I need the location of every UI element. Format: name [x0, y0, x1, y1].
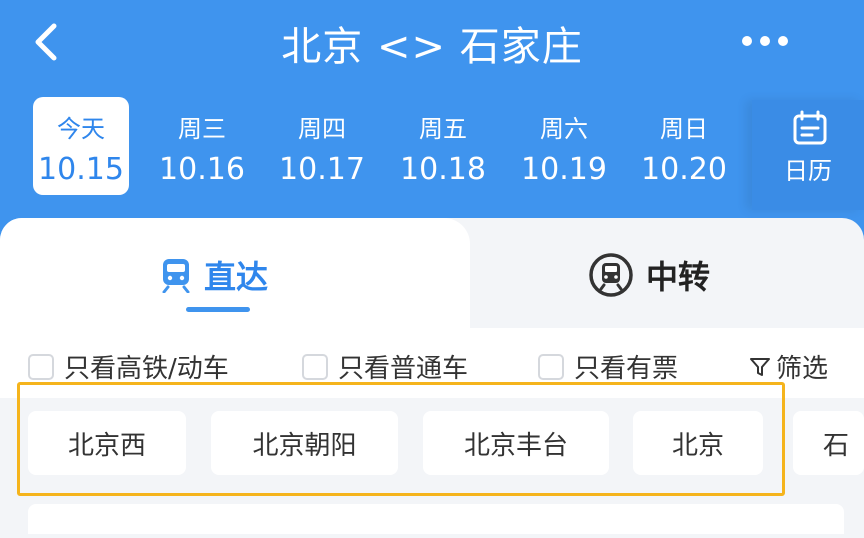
high-speed-checkbox[interactable] — [28, 353, 54, 380]
page-title: 北京 <> 石家庄 — [281, 24, 583, 70]
date-value: 10.18 — [400, 152, 486, 187]
date-weekday: 周四 — [298, 115, 346, 143]
highlight-box — [17, 382, 785, 496]
tab-direct-label: 直达 — [204, 258, 269, 296]
date-item-wed[interactable]: 周三 10.16 — [153, 97, 251, 195]
filter-button[interactable]: 筛选 — [748, 348, 828, 385]
header-bar: 北京 <> 石家庄 — [0, 0, 864, 88]
regular-checkbox[interactable] — [302, 353, 328, 380]
date-item-today[interactable]: 今天 10.15 — [33, 97, 129, 195]
filter-regular[interactable]: 只看普通车 — [302, 348, 468, 385]
active-tab-indicator — [186, 307, 250, 312]
date-item-sun[interactable]: 周日 10.20 — [635, 97, 733, 195]
date-weekday: 周六 — [540, 115, 588, 143]
calendar-label: 日历 — [784, 157, 832, 185]
tab-transfer-label: 中转 — [646, 258, 711, 296]
date-item-sat[interactable]: 周六 10.19 — [515, 97, 613, 195]
tab-direct-label-group[interactable]: 直达 — [160, 252, 268, 298]
date-selector: 今天 10.15 周三 10.16 周四 10.17 周五 10.18 周六 1… — [0, 97, 864, 197]
filter-regular-label: 只看普通车 — [338, 354, 469, 384]
date-item-thu[interactable]: 周四 10.17 — [273, 97, 371, 195]
transfer-train-icon — [589, 253, 633, 297]
available-checkbox[interactable] — [538, 353, 564, 380]
date-weekday: 周五 — [419, 115, 467, 143]
filter-available-label: 只看有票 — [574, 354, 679, 384]
train-result-card[interactable] — [28, 504, 844, 534]
filter-high-speed-label: 只看高铁/动车 — [64, 354, 229, 384]
date-item-fri[interactable]: 周五 10.18 — [394, 97, 492, 195]
calendar-button[interactable]: 日历 — [752, 100, 864, 210]
calendar-icon — [793, 110, 827, 145]
date-value: 10.20 — [641, 152, 727, 187]
more-icon[interactable] — [742, 36, 790, 48]
train-icon — [162, 259, 190, 293]
funnel-icon — [750, 357, 770, 376]
filter-high-speed[interactable]: 只看高铁/动车 — [28, 348, 229, 385]
date-weekday: 今天 — [57, 115, 105, 143]
date-weekday: 周日 — [660, 115, 708, 143]
filter-button-label: 筛选 — [776, 354, 829, 384]
station-chip[interactable]: 石 — [793, 411, 864, 475]
date-weekday: 周三 — [178, 115, 226, 143]
date-value: 10.17 — [279, 152, 365, 187]
date-value: 10.15 — [38, 152, 124, 187]
filter-available[interactable]: 只看有票 — [538, 348, 678, 385]
tab-transfer[interactable]: 中转 — [588, 252, 710, 298]
date-value: 10.19 — [521, 152, 607, 187]
date-value: 10.16 — [159, 152, 245, 187]
